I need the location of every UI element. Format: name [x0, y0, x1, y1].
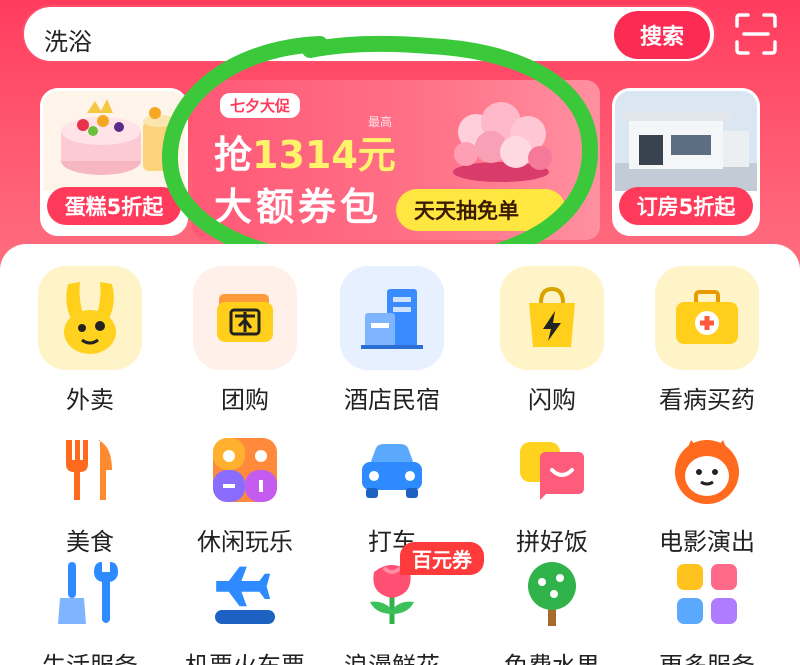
grid-item-more[interactable]: 更多服务: [632, 558, 782, 665]
medicine-kit-icon: [655, 266, 759, 370]
pinhaofan-chat-icon: [520, 442, 584, 500]
plane-train-icon: [215, 566, 275, 624]
grid-item-medicine[interactable]: 看病买药: [632, 266, 782, 415]
grid-item-movie[interactable]: 电影演出: [632, 434, 782, 557]
grid-item-meishi[interactable]: 美食: [15, 434, 165, 557]
more-services-icon: [677, 564, 737, 624]
hotel-banner-label: 订房5折起: [619, 187, 753, 225]
cake-image: [43, 91, 185, 191]
tuangou-ticket-icon: [193, 266, 297, 370]
cake-banner[interactable]: 蛋糕5折起: [40, 88, 188, 236]
grid-label: 闪购: [528, 386, 576, 414]
grid-item-leisure[interactable]: 休闲玩乐: [170, 434, 320, 557]
hotel-building-icon: [340, 266, 444, 370]
promo-banner[interactable]: 七夕大促 最高 抢1314元 大额券包 天天抽免单: [192, 80, 600, 240]
promo-amount: 1314元: [252, 133, 396, 177]
grid-label: 机票火车票: [170, 646, 320, 665]
grid-item-tuangou[interactable]: 团购: [170, 266, 320, 415]
fork-knife-icon: [66, 440, 112, 500]
grid-item-life-service[interactable]: 生活服务: [15, 558, 165, 665]
grid-item-hotel[interactable]: 酒店民宿: [317, 266, 467, 415]
free-order-button[interactable]: 天天抽免单: [396, 189, 566, 231]
service-tools-icon: [58, 562, 118, 624]
grid-item-fruit[interactable]: 免费水果: [477, 558, 627, 665]
grid-label: 休闲玩乐: [197, 528, 293, 556]
grid-label: 免费水果: [477, 646, 627, 665]
promo-tag: 七夕大促: [220, 93, 301, 118]
search-query[interactable]: 洗浴: [44, 22, 92, 57]
fruit-tree-icon: [528, 562, 576, 626]
leisure-grid-icon: [213, 438, 277, 502]
waimai-mascot-icon: [38, 266, 142, 370]
flower-bouquet-image: [453, 102, 552, 182]
grid-label: 酒店民宿: [344, 386, 440, 414]
grid-label: 看病买药: [659, 386, 755, 414]
grid-item-taxi[interactable]: 打车: [317, 434, 467, 557]
search-input[interactable]: 洗浴 搜索: [22, 5, 716, 63]
car-icon: [362, 444, 422, 498]
grid-label: 拼好饭: [516, 528, 588, 556]
grid-item-waimai[interactable]: 外卖: [15, 266, 165, 415]
coupon-badge: 百元券: [400, 542, 484, 575]
grid-label: 生活服务: [15, 646, 165, 665]
cake-banner-label: 蛋糕5折起: [47, 187, 181, 225]
promo-headline-prefix: 抢: [214, 133, 253, 177]
scan-icon[interactable]: [734, 12, 778, 56]
grid-label: 更多服务: [632, 646, 782, 665]
grid-label: 浪漫鲜花: [317, 646, 467, 665]
grid-item-shangou[interactable]: 闪购: [477, 266, 627, 415]
promo-headline: 抢1314元: [214, 124, 396, 179]
search-button[interactable]: 搜索: [614, 11, 710, 59]
cat-face-icon: [675, 440, 739, 504]
grid-item-tickets[interactable]: 机票火车票: [170, 558, 320, 665]
grid-label: 美食: [66, 528, 114, 556]
hotel-image: [615, 91, 757, 191]
hotel-banner[interactable]: 订房5折起: [612, 88, 760, 236]
grid-label: 外卖: [66, 386, 114, 414]
shangou-bag-icon: [500, 266, 604, 370]
grid-item-pinhaofan[interactable]: 拼好饭: [477, 434, 627, 557]
grid-label: 团购: [221, 386, 269, 414]
promo-subheadline: 大额券包: [214, 185, 383, 229]
grid-label: 电影演出: [659, 528, 755, 556]
